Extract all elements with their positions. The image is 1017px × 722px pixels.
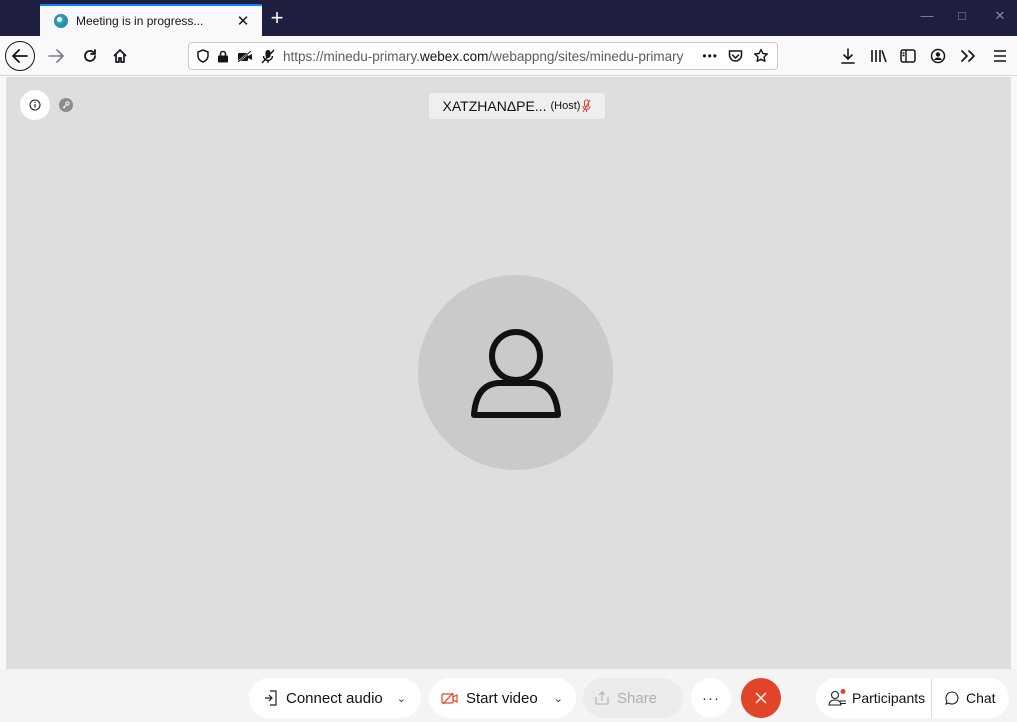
meeting-controls-bar: Connect audio ⌄ Start video ⌄ Share ··· … xyxy=(0,669,1017,722)
page-actions-icon[interactable]: ••• xyxy=(702,49,718,63)
account-icon xyxy=(930,48,946,64)
home-button[interactable] xyxy=(106,42,134,70)
downloads-button[interactable] xyxy=(834,42,862,70)
share-button[interactable]: Share xyxy=(583,678,683,718)
window-maximize-button[interactable]: □ xyxy=(947,8,977,23)
key-icon xyxy=(62,101,70,109)
browser-tab-active[interactable]: Meeting is in progress... ✕ xyxy=(40,4,262,36)
start-video-label: Start video xyxy=(466,689,538,707)
home-icon xyxy=(113,49,127,63)
browser-tab-strip: Meeting is in progress... ✕ + — □ ✕ xyxy=(0,0,1017,36)
new-tab-button[interactable]: + xyxy=(264,5,290,31)
back-button[interactable] xyxy=(5,41,35,71)
tab-close-icon[interactable]: ✕ xyxy=(234,12,252,30)
chevron-down-icon[interactable]: ⌄ xyxy=(554,692,563,705)
sidebar-button[interactable] xyxy=(894,42,922,70)
connect-audio-icon xyxy=(265,690,277,706)
window-minimize-button[interactable]: — xyxy=(912,8,942,23)
address-bar[interactable]: https://minedu-primary.webex.com/webappn… xyxy=(188,42,778,70)
shield-icon[interactable] xyxy=(197,49,209,63)
download-icon xyxy=(841,48,855,64)
encryption-button[interactable] xyxy=(59,98,73,112)
webex-favicon-icon xyxy=(54,14,68,28)
forward-arrow-icon xyxy=(48,49,64,63)
forward-button[interactable] xyxy=(42,42,70,70)
url-text[interactable]: https://minedu-primary.webex.com/webappn… xyxy=(283,49,702,64)
menu-button[interactable] xyxy=(986,42,1014,70)
participants-label: Participants xyxy=(852,690,926,706)
chat-button[interactable]: Chat xyxy=(932,678,996,718)
connect-audio-label: Connect audio xyxy=(286,689,383,707)
participants-button[interactable]: Participants xyxy=(816,678,931,718)
lock-icon[interactable] xyxy=(217,50,229,63)
participants-icon xyxy=(828,689,846,706)
meeting-video-area: XATZHANΔPE... (Host) xyxy=(6,77,1011,669)
window-close-button[interactable]: ✕ xyxy=(985,8,1015,24)
url-path: /webappng/sites/minedu-primary xyxy=(488,48,684,64)
chevron-down-icon[interactable]: ⌄ xyxy=(397,692,406,705)
browser-nav-bar: https://minedu-primary.webex.com/webappn… xyxy=(0,36,1017,76)
chat-bubble-icon xyxy=(945,691,959,705)
library-icon xyxy=(871,50,887,63)
panels-button-group: Participants Chat xyxy=(816,678,1009,718)
bookmark-star-icon[interactable] xyxy=(753,48,769,64)
close-icon xyxy=(755,692,767,704)
host-name-label: XATZHANΔPE... (Host) xyxy=(429,93,605,119)
menu-icon xyxy=(994,50,1006,62)
overflow-icon xyxy=(961,50,975,62)
host-name: XATZHANΔPE... xyxy=(442,98,547,114)
more-options-button[interactable]: ··· xyxy=(691,678,731,718)
microphone-blocked-icon[interactable] xyxy=(261,49,275,64)
video-off-icon xyxy=(441,692,458,704)
sidebar-icon xyxy=(900,49,916,63)
camera-blocked-icon[interactable] xyxy=(237,49,253,63)
meeting-info-button[interactable] xyxy=(20,90,50,120)
reload-icon xyxy=(84,49,96,62)
pocket-icon[interactable] xyxy=(728,49,743,63)
share-icon xyxy=(595,691,609,705)
host-tag: (Host) xyxy=(550,100,581,112)
share-label: Share xyxy=(617,689,658,707)
url-domain: webex.com xyxy=(420,48,489,64)
overflow-button[interactable] xyxy=(954,42,982,70)
url-prefix: https://minedu-primary. xyxy=(283,48,421,64)
start-video-button[interactable]: Start video ⌄ xyxy=(429,678,576,718)
connect-audio-button[interactable]: Connect audio ⌄ xyxy=(249,678,421,718)
info-icon xyxy=(29,99,41,111)
leave-meeting-button[interactable] xyxy=(741,678,781,718)
chat-label: Chat xyxy=(966,690,996,706)
person-icon xyxy=(470,328,561,418)
reload-button[interactable] xyxy=(76,42,104,70)
back-arrow-icon xyxy=(12,49,28,63)
host-muted-icon xyxy=(582,99,591,113)
account-button[interactable] xyxy=(924,42,952,70)
tab-title: Meeting is in progress... xyxy=(76,14,204,28)
participant-avatar xyxy=(418,275,613,470)
library-button[interactable] xyxy=(865,42,893,70)
